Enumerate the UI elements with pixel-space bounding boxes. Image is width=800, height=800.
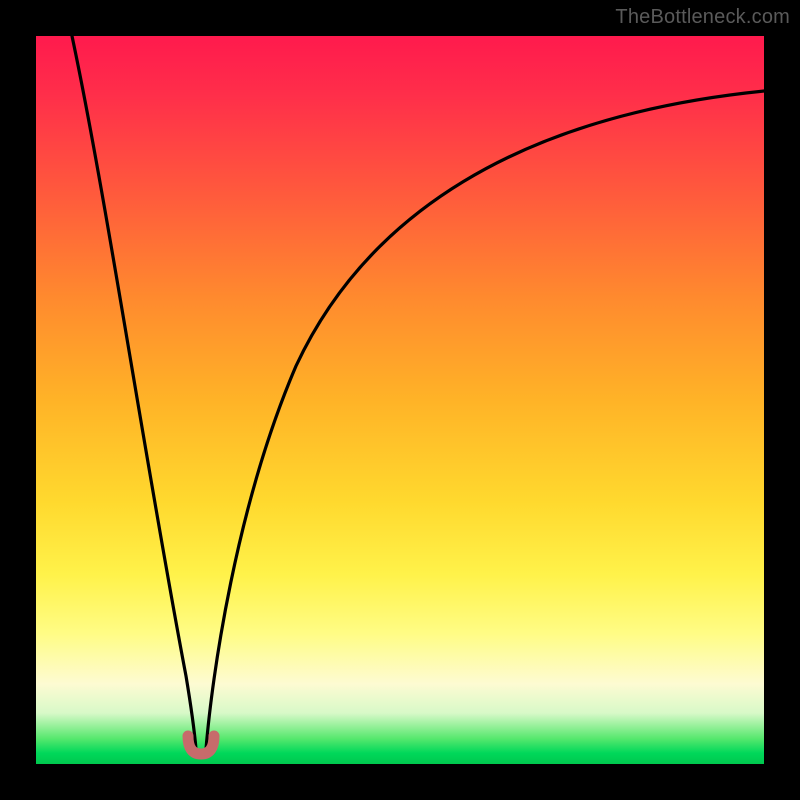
plot-area bbox=[36, 36, 764, 764]
curve-right-branch bbox=[206, 91, 764, 749]
curves-layer bbox=[36, 36, 764, 764]
chart-frame: TheBottleneck.com bbox=[0, 0, 800, 800]
trough-marker bbox=[188, 736, 214, 754]
curve-left-branch bbox=[72, 36, 196, 749]
watermark-text: TheBottleneck.com bbox=[615, 6, 790, 29]
